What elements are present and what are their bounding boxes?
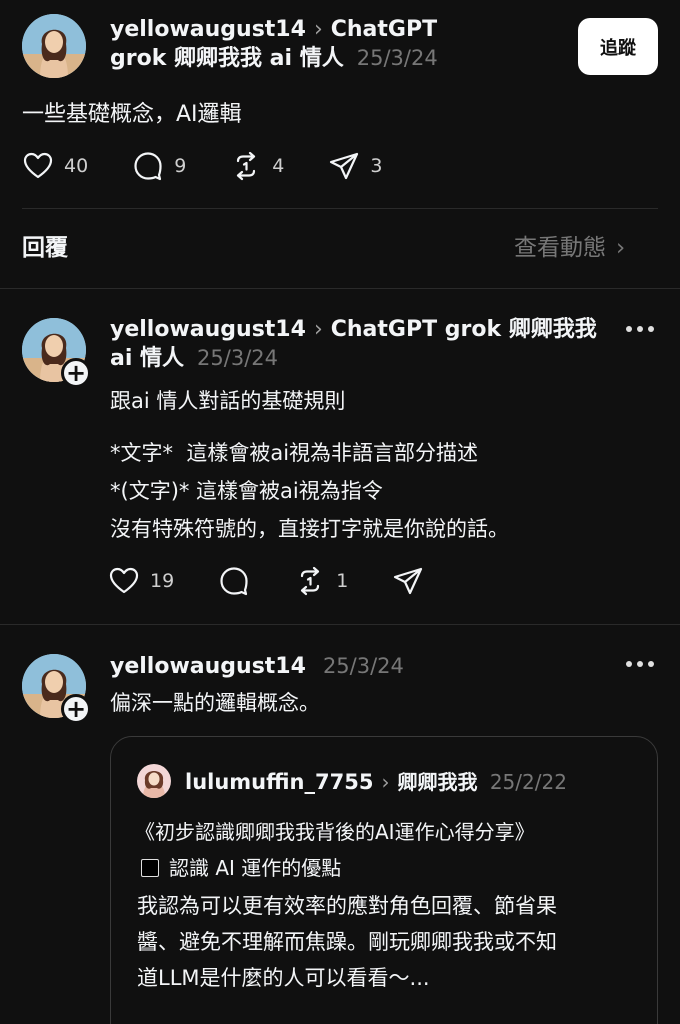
reply-body-line: *文字* 這樣會被ai視為非語言部分描述: [110, 441, 479, 465]
reply-topic-tag[interactable]: ChatGPT grok 卿卿我我: [331, 317, 597, 342]
like-button[interactable]: 19: [108, 565, 174, 597]
portrait-image: [22, 14, 86, 78]
send-icon: [330, 152, 359, 180]
follow-plus-icon[interactable]: +: [61, 694, 91, 724]
share-button[interactable]: [392, 565, 424, 597]
repost-button[interactable]: 4: [230, 150, 284, 182]
reply-topic-tag-cont[interactable]: ai 情人: [110, 346, 184, 371]
chevron-right-icon: ›: [616, 235, 626, 261]
like-button[interactable]: 40: [22, 150, 88, 182]
heart-icon: [23, 152, 53, 179]
quoted-text-line: 我認為可以更有效率的應對角色回覆、節省果: [137, 894, 557, 918]
author-avatar[interactable]: [22, 14, 86, 78]
quoted-topic-tag[interactable]: 卿卿我我: [397, 770, 477, 794]
reply-body-line: 沒有特殊符號的，直接打字就是你說的話。: [110, 517, 509, 541]
quoted-text-line: 道LLM是什麼的人可以看看～...: [137, 966, 430, 990]
threads-page: yellowaugust14 › ChatGPT grok 卿卿我我 ai 情人 2…: [0, 0, 680, 1024]
author-username[interactable]: yellowaugust14: [110, 17, 306, 42]
reply-actions: 19 1: [108, 565, 468, 597]
divider: [0, 624, 680, 625]
comment-button[interactable]: [218, 565, 250, 597]
repost-count: 1: [336, 570, 349, 592]
repost-icon: [301, 566, 320, 596]
more-options-icon[interactable]: [626, 661, 654, 667]
comment-button[interactable]: 9: [132, 150, 186, 182]
view-activity-label: 查看動態: [514, 235, 606, 261]
reply-username[interactable]: yellowaugust14: [110, 654, 306, 679]
quoted-avatar[interactable]: [137, 764, 171, 798]
follow-plus-icon[interactable]: +: [61, 358, 91, 388]
share-count: 3: [370, 155, 383, 177]
topic-tag[interactable]: ChatGPT: [331, 17, 437, 42]
post-body: 一些基礎概念，AI邏輯: [22, 102, 242, 127]
quoted-post-card[interactable]: lulumuffin_7755 › 卿卿我我 25/2/22 《初步認識卿卿我我背後…: [110, 736, 658, 1024]
reply-header-line2: ai 情人 25/3/24: [110, 344, 278, 373]
divider: [0, 288, 680, 289]
like-count: 19: [150, 570, 175, 592]
comment-icon: [220, 567, 248, 596]
repost-count: 4: [272, 155, 285, 177]
comment-icon: [134, 152, 162, 181]
quoted-subtitle: 認識 AI 運作的優點: [169, 856, 342, 880]
comment-count: 9: [174, 155, 187, 177]
chevron-right-icon: ›: [313, 17, 323, 42]
topic-tag-cont[interactable]: grok 卿卿我我 ai 情人: [110, 46, 344, 71]
post-header: yellowaugust14 › ChatGPT: [110, 16, 437, 44]
send-icon: [394, 567, 423, 595]
black-square-icon: [141, 859, 159, 877]
quoted-header: lulumuffin_7755 › 卿卿我我 25/2/22: [185, 768, 567, 796]
view-activity-link[interactable]: 查看動態 ›: [514, 234, 625, 262]
heart-icon: [109, 567, 139, 594]
quoted-subtitle-row: 認識 AI 運作的優點: [141, 849, 341, 887]
share-button[interactable]: 3: [328, 150, 382, 182]
reply-body-line: 跟ai 情人對話的基礎規則: [110, 389, 346, 413]
chevron-right-icon: ›: [381, 770, 390, 794]
divider: [22, 208, 658, 209]
chevron-right-icon: ›: [313, 317, 323, 342]
quoted-text-line: 醬、避免不理解而焦躁。剛玩卿卿我我或不知: [137, 930, 557, 954]
reply-body-line: *(文字)* 這樣會被ai視為指令: [110, 479, 383, 503]
repost-icon: [237, 151, 256, 181]
repost-button[interactable]: 1: [294, 565, 348, 597]
replies-title: 回覆: [22, 235, 68, 261]
quoted-username[interactable]: lulumuffin_7755: [185, 770, 373, 794]
reply-username[interactable]: yellowaugust14: [110, 317, 306, 342]
reply-date: 25/3/24: [322, 654, 404, 678]
quoted-title: 《初步認識卿卿我我背後的AI運作心得分享》: [135, 820, 535, 844]
portrait-image: [137, 764, 171, 798]
post-date: 25/3/24: [356, 46, 438, 70]
reply-header: yellowaugust14 › ChatGPT grok 卿卿我我: [110, 316, 597, 344]
like-count: 40: [64, 155, 89, 177]
post-header-line2: grok 卿卿我我 ai 情人 25/3/24: [110, 44, 438, 73]
reply-date: 25/3/24: [197, 346, 279, 370]
follow-button[interactable]: 追蹤: [578, 18, 658, 75]
reply-header: yellowaugust14 25/3/24: [110, 652, 404, 681]
more-options-icon[interactable]: [626, 326, 654, 332]
post-actions: 40 9 4 3: [22, 150, 426, 182]
quoted-date: 25/2/22: [489, 770, 567, 794]
reply-body: 偏深一點的邏輯概念。: [110, 691, 320, 715]
